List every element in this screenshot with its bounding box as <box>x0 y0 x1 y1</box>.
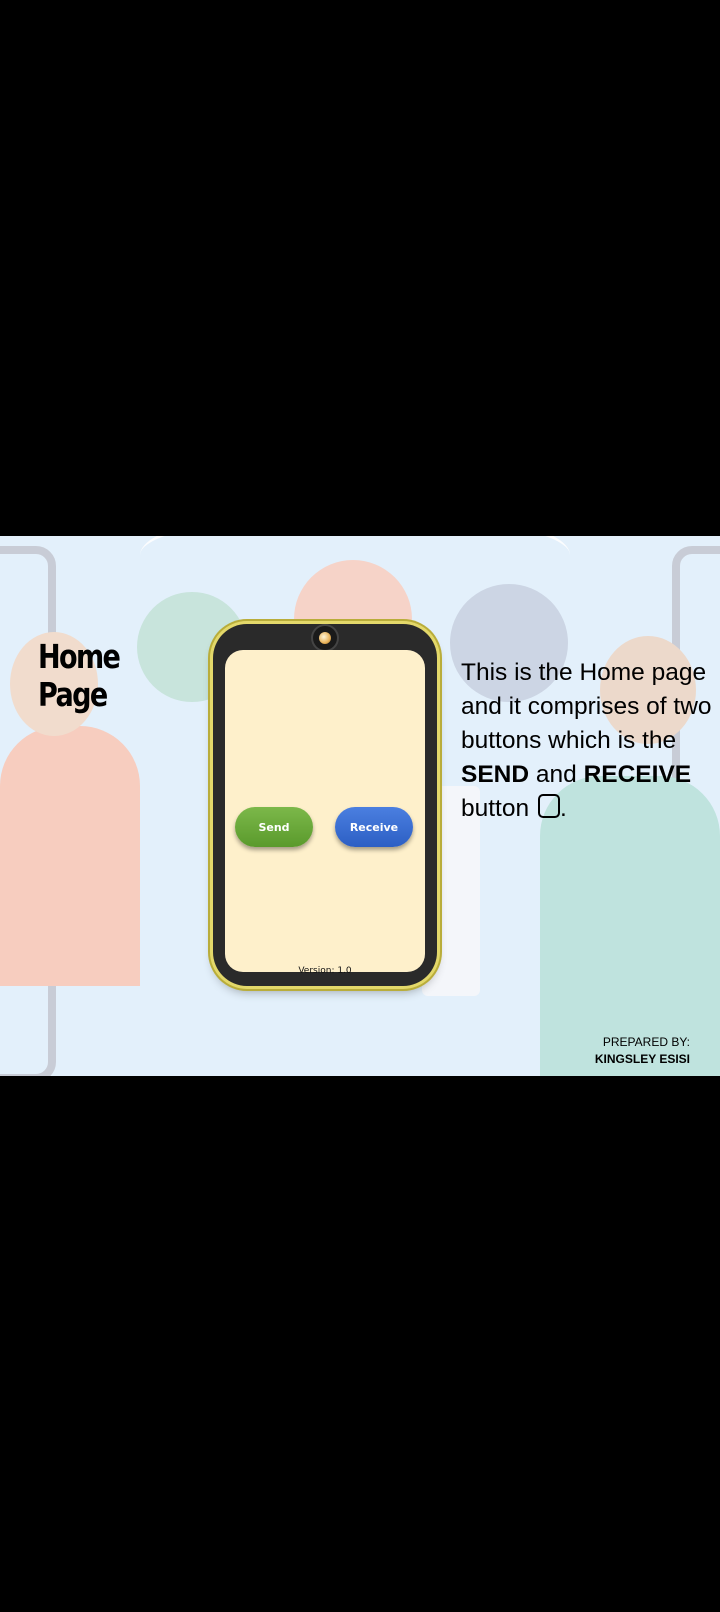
description-part1: This is the Home page and it comprises o… <box>461 659 712 754</box>
phone-screen: Send Receive Version: 1.0 <box>225 650 425 976</box>
receive-button[interactable]: Receive <box>335 807 413 847</box>
description-part3: button <box>461 795 536 822</box>
credit-label: PREPARED BY: <box>602 1035 690 1049</box>
camera-icon <box>313 626 337 650</box>
send-button[interactable]: Send <box>235 807 313 847</box>
page-title-line1: Home <box>38 637 121 676</box>
credit-name: KINGSLEY ESISI <box>594 1052 690 1066</box>
checkbox-icon <box>537 794 560 818</box>
credit-block: PREPARED BY: KINGSLEY ESISI <box>595 1034 690 1068</box>
page-title: Home Page <box>38 638 136 714</box>
description-receive: RECEIVE <box>583 761 692 788</box>
description-send: SEND <box>461 761 530 788</box>
description-part4: . <box>559 795 567 822</box>
page-title-line2: Page <box>38 675 108 714</box>
slide: Home Page Send Receive Version: 1.0 This… <box>0 536 720 1076</box>
background-person-left <box>0 726 140 986</box>
phone-mockup: Send Receive Version: 1.0 <box>213 624 437 986</box>
description-text: This is the Home page and it comprises o… <box>461 656 719 826</box>
version-label: Version: 1.0 <box>298 966 352 976</box>
description-part2: and <box>529 761 584 788</box>
